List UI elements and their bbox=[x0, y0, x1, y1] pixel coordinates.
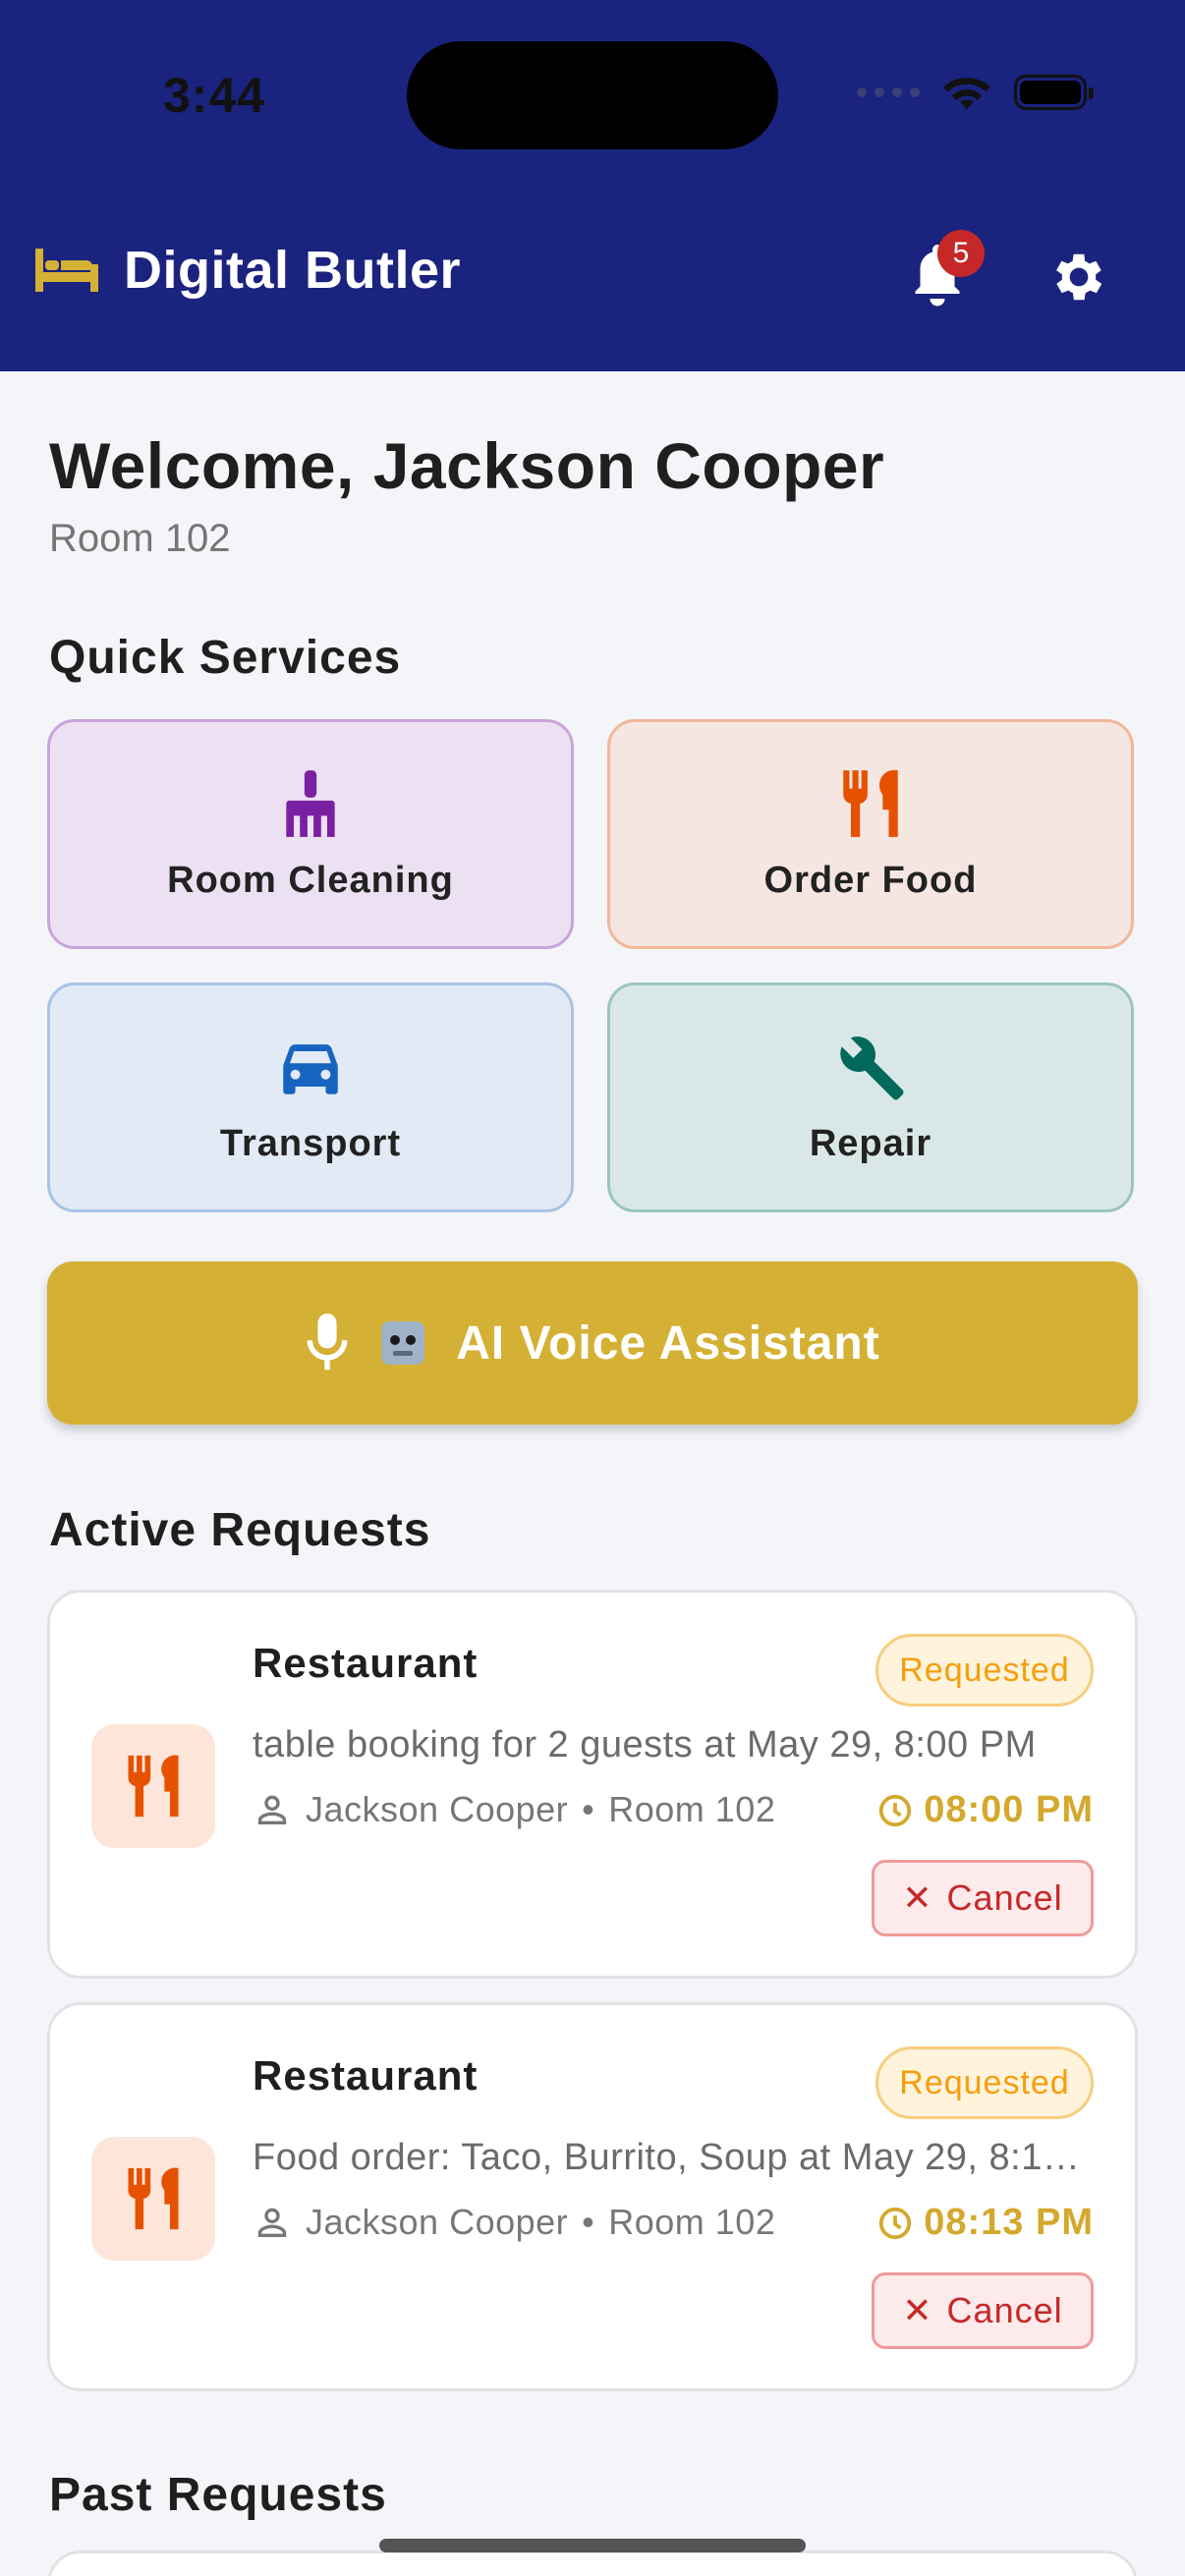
request-time-value: 08:00 PM bbox=[924, 1789, 1094, 1830]
room-cleaning-button[interactable]: Room Cleaning bbox=[47, 719, 574, 949]
close-icon: ✕ bbox=[902, 1877, 933, 1918]
order-food-label: Order Food bbox=[763, 859, 978, 901]
status-badge: Requested bbox=[875, 2046, 1094, 2119]
request-time: 08:13 PM bbox=[876, 2202, 1094, 2244]
meta-separator: • bbox=[582, 1789, 595, 1829]
home-indicator[interactable] bbox=[379, 2539, 806, 2552]
request-title: Restaurant bbox=[253, 1640, 479, 1686]
repair-button[interactable]: Repair bbox=[607, 982, 1134, 1212]
welcome-heading: Welcome, Jackson Cooper bbox=[49, 429, 885, 502]
ai-voice-assistant-label: AI Voice Assistant bbox=[456, 1316, 880, 1370]
quick-services-title: Quick Services bbox=[49, 632, 402, 684]
person-icon bbox=[257, 2208, 287, 2237]
clock-icon bbox=[879, 2207, 912, 2239]
robot-icon bbox=[381, 1321, 425, 1365]
ai-voice-assistant-button[interactable]: AI Voice Assistant bbox=[47, 1261, 1138, 1425]
battery-icon bbox=[1014, 75, 1094, 110]
request-time-value: 08:13 PM bbox=[924, 2202, 1094, 2243]
room-number: Room 102 bbox=[49, 517, 231, 560]
restaurant-icon-tile bbox=[91, 2137, 215, 2261]
active-requests-title: Active Requests bbox=[49, 1504, 431, 1556]
cancel-request-button[interactable]: ✕ Cancel bbox=[872, 1860, 1094, 1936]
meta-separator: • bbox=[582, 2202, 595, 2242]
person-icon bbox=[257, 1795, 287, 1824]
microphone-icon bbox=[307, 1314, 348, 1371]
cancel-label: Cancel bbox=[946, 2290, 1063, 2330]
past-requests-title: Past Requests bbox=[49, 2469, 387, 2521]
status-badge: Requested bbox=[875, 1634, 1094, 1707]
app-header: 3:44 Digital Butler 5 bbox=[0, 0, 1185, 371]
request-description: Food order: Taco, Burrito, Soup at May 2… bbox=[253, 2137, 1098, 2178]
guest-name: Jackson Cooper bbox=[306, 1789, 569, 1829]
request-guest-info: Jackson Cooper • Room 102 bbox=[253, 2202, 775, 2243]
transport-button[interactable]: Transport bbox=[47, 982, 574, 1212]
transport-label: Transport bbox=[219, 1122, 402, 1164]
fork-knife-icon bbox=[128, 1755, 179, 1818]
guest-room: Room 102 bbox=[608, 2202, 776, 2242]
guest-name: Jackson Cooper bbox=[306, 2202, 569, 2242]
restaurant-icon-tile bbox=[91, 1724, 215, 1848]
dynamic-island bbox=[407, 41, 778, 149]
request-title: Restaurant bbox=[253, 2052, 479, 2099]
request-time: 08:00 PM bbox=[876, 1789, 1094, 1831]
order-food-button[interactable]: Order Food bbox=[607, 719, 1134, 949]
app-title: Digital Butler bbox=[35, 240, 461, 301]
app-title-text: Digital Butler bbox=[124, 241, 462, 300]
status-icons bbox=[857, 73, 1094, 112]
wifi-icon bbox=[943, 78, 990, 110]
bed-icon bbox=[35, 249, 98, 292]
clock-icon bbox=[879, 1794, 912, 1826]
repair-label: Repair bbox=[809, 1122, 932, 1164]
notification-badge: 5 bbox=[937, 230, 985, 277]
wrench-icon bbox=[840, 1036, 904, 1099]
status-time: 3:44 bbox=[163, 68, 266, 123]
past-request-card[interactable] bbox=[47, 2550, 1138, 2576]
cleaning-brush-icon bbox=[286, 769, 335, 837]
request-card[interactable]: Restaurant Requested Food order: Taco, B… bbox=[47, 2002, 1138, 2391]
cancel-request-button[interactable]: ✕ Cancel bbox=[872, 2272, 1094, 2349]
cellular-icon bbox=[857, 87, 920, 97]
request-description: table booking for 2 guests at May 29, 8:… bbox=[253, 1724, 1037, 1765]
guest-room: Room 102 bbox=[608, 1789, 776, 1829]
close-icon: ✕ bbox=[902, 2290, 933, 2330]
request-card[interactable]: Restaurant Requested table booking for 2… bbox=[47, 1590, 1138, 1979]
car-icon bbox=[283, 1043, 338, 1094]
fork-knife-icon bbox=[843, 769, 898, 837]
gear-icon[interactable] bbox=[1047, 246, 1110, 308]
cancel-label: Cancel bbox=[946, 1877, 1063, 1918]
request-guest-info: Jackson Cooper • Room 102 bbox=[253, 1789, 775, 1830]
fork-knife-icon bbox=[128, 2167, 179, 2230]
room-cleaning-label: Room Cleaning bbox=[167, 859, 454, 901]
